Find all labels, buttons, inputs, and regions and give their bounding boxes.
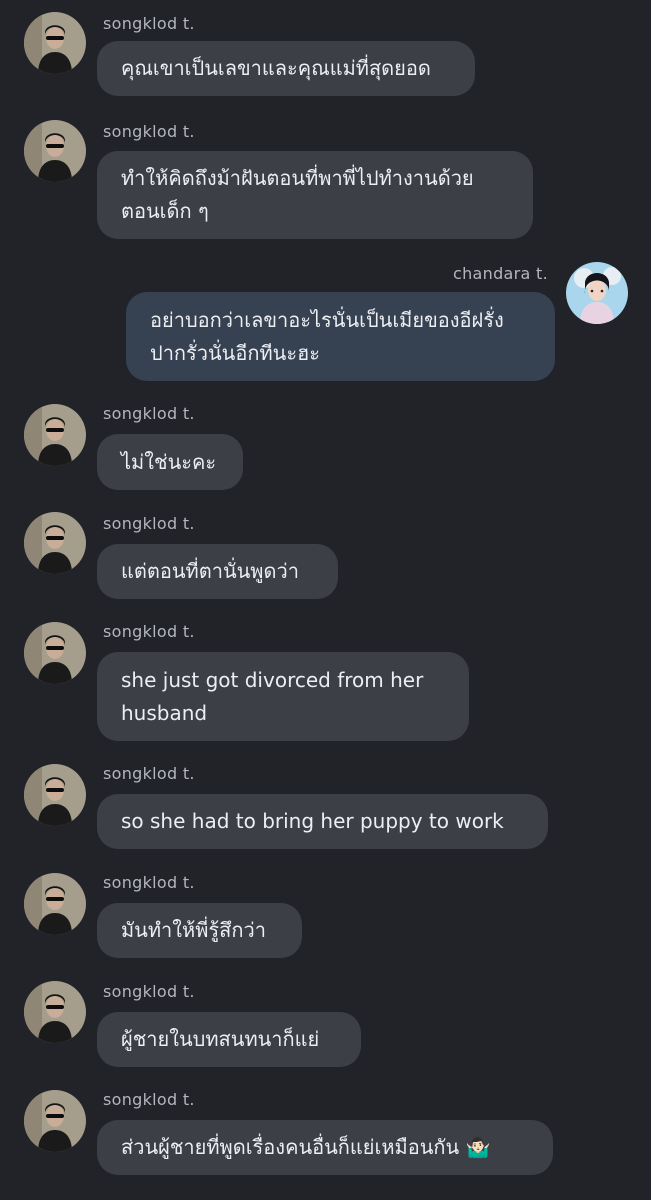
message-bubble[interactable]: ผู้ชายในบทสนทนาก็แย่ <box>97 1012 361 1067</box>
songklod-avatar[interactable] <box>24 512 86 574</box>
songklod-avatar[interactable] <box>24 981 86 1043</box>
sender-name: songklod t. <box>103 14 195 33</box>
songklod-avatar[interactable] <box>24 764 86 826</box>
chat-thread[interactable]: songklod t. คุณเขาเป็นเลขาและคุณแม่ที่สุ… <box>0 0 651 1200</box>
sender-name: songklod t. <box>103 514 195 533</box>
songklod-avatar[interactable] <box>24 404 86 466</box>
sender-name: songklod t. <box>103 873 195 892</box>
message-bubble[interactable]: ส่วนผู้ชายที่พูดเรื่องคนอื่นก็แย่เหมือนก… <box>97 1120 553 1175</box>
message-bubble[interactable]: so she had to bring her puppy to work <box>97 794 548 849</box>
sender-name: songklod t. <box>103 404 195 423</box>
songklod-avatar[interactable] <box>24 12 86 74</box>
songklod-avatar[interactable] <box>24 622 86 684</box>
message-bubble[interactable]: ไม่ใช่นะคะ <box>97 434 243 490</box>
message-bubble[interactable]: she just got divorced from her husband <box>97 652 469 741</box>
sender-name: songklod t. <box>103 982 195 1001</box>
songklod-avatar[interactable] <box>24 120 86 182</box>
message-bubble[interactable]: คุณเขาเป็นเลขาและคุณแม่ที่สุดยอด <box>97 41 475 96</box>
message-bubble[interactable]: อย่าบอกว่าเลขาอะไรนั่นเป็นเมียของอีฝรั่ง… <box>126 292 555 381</box>
message-bubble[interactable]: มันทำให้พี่รู้สึกว่า <box>97 903 302 958</box>
sender-name: chandara t. <box>453 264 548 283</box>
sender-name: songklod t. <box>103 1090 195 1109</box>
message-bubble[interactable]: ทำให้คิดถึงม้าฝันตอนที่พาพี่ไปทำงานด้วย … <box>97 151 533 239</box>
songklod-avatar[interactable] <box>24 873 86 935</box>
chandara-avatar[interactable] <box>566 262 628 324</box>
sender-name: songklod t. <box>103 622 195 641</box>
message-bubble[interactable]: แต่ตอนที่ตานั่นพูดว่า <box>97 544 338 599</box>
sender-name: songklod t. <box>103 122 195 141</box>
sender-name: songklod t. <box>103 764 195 783</box>
songklod-avatar[interactable] <box>24 1090 86 1152</box>
